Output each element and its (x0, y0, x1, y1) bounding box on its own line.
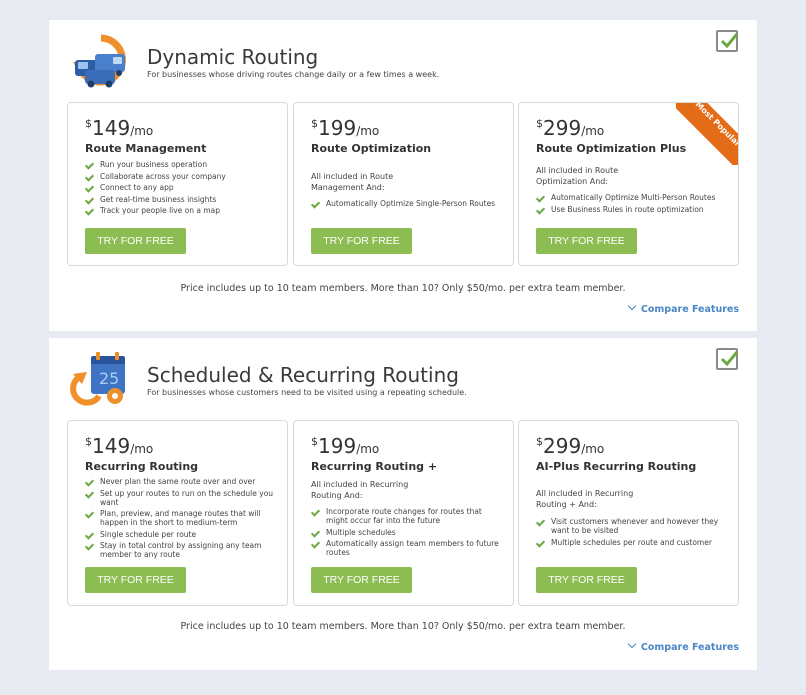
dynamic-routing-section: Dynamic Routing For businesses whose dri… (49, 20, 757, 331)
try-for-free-button[interactable]: TRY FOR FREE (536, 567, 637, 593)
feature-list: Incorporate route changes for routes tha… (311, 507, 501, 560)
feature-list: Automatically Optimize Single-Person Rou… (311, 199, 501, 211)
chevron-down-icon (627, 639, 637, 649)
feature-item: Visit customers whenever and however the… (536, 517, 726, 535)
compare-features-link[interactable]: Compare Features (627, 639, 739, 653)
section-subtitle: For businesses whose driving routes chan… (147, 70, 440, 79)
plan-name: Route Optimization (311, 142, 432, 155)
vans-route-icon (73, 34, 126, 88)
feature-item: Automatically Optimize Multi-Person Rout… (536, 193, 726, 202)
included-text: All included in Recurring Routing + And: (536, 489, 634, 509)
feature-list: Never plan the same route over and over … (85, 477, 275, 562)
try-for-free-button[interactable]: TRY FOR FREE (536, 228, 637, 254)
section-title: Scheduled & Recurring Routing (147, 363, 459, 387)
feature-item: Plan, preview, and manage routes that wi… (85, 509, 275, 527)
section-select-checkbox[interactable] (716, 348, 739, 370)
feature-item: Automatically Optimize Single-Person Rou… (311, 199, 501, 208)
plan-name: Route Management (85, 142, 207, 155)
plan-price: $299/mo (536, 434, 605, 458)
chevron-down-icon (627, 301, 637, 311)
plan-card-route-optimization: $199/mo Route Optimization All included … (293, 102, 514, 266)
feature-item: Multiple schedules per route and custome… (536, 538, 726, 547)
plan-price: $299/mo (536, 116, 605, 140)
most-popular-ribbon: Most Popular (676, 103, 738, 165)
feature-item: Get real-time business insights (85, 195, 275, 204)
plan-card-route-optimization-plus: Most Popular $299/mo Route Optimization … (518, 102, 739, 266)
plan-price: $199/mo (311, 434, 380, 458)
try-for-free-button[interactable]: TRY FOR FREE (311, 228, 412, 254)
try-for-free-button[interactable]: TRY FOR FREE (85, 567, 186, 593)
scheduled-recurring-routing-section: 25 Scheduled & Recurring Routing For bus… (49, 338, 757, 670)
included-text: All included in Route Optimization And: (536, 166, 619, 186)
feature-item: Set up your routes to run on the schedul… (85, 489, 275, 507)
feature-item: Automatically assign team members to fut… (311, 539, 501, 557)
price-note: Price includes up to 10 team members. Mo… (180, 621, 626, 632)
feature-item: Multiple schedules (311, 528, 501, 537)
plan-price: $149/mo (85, 116, 154, 140)
feature-item: Collaborate across your company (85, 172, 275, 181)
plan-card-route-management: $149/mo Route Management Run your busine… (67, 102, 288, 266)
checkmark-icon (720, 33, 739, 49)
plan-name: Recurring Routing + (311, 460, 438, 473)
feature-item: Run your business operation (85, 160, 275, 169)
feature-item: Connect to any app (85, 183, 275, 192)
plan-price: $149/mo (85, 434, 154, 458)
section-title: Dynamic Routing (147, 45, 319, 69)
calendar-recurring-icon: 25 (70, 352, 125, 406)
compare-features-link[interactable]: Compare Features (627, 301, 739, 315)
plan-name: AI-Plus Recurring Routing (536, 460, 697, 473)
plan-name: Recurring Routing (85, 460, 199, 473)
feature-item: Stay in total control by assigning any t… (85, 541, 275, 559)
feature-item: Single schedule per route (85, 530, 275, 539)
plan-card-recurring-routing: $149/mo Recurring Routing Never plan the… (67, 420, 288, 606)
svg-text:25: 25 (99, 369, 119, 388)
plan-card-ai-plus-recurring-routing: $299/mo AI-Plus Recurring Routing All in… (518, 420, 739, 606)
feature-item: Track your people live on a map (85, 206, 275, 215)
feature-item: Never plan the same route over and over (85, 477, 275, 486)
feature-item: Incorporate route changes for routes tha… (311, 507, 501, 525)
price-note: Price includes up to 10 team members. Mo… (180, 283, 626, 294)
included-text: All included in Recurring Routing And: (311, 480, 409, 500)
section-select-checkbox[interactable] (716, 30, 739, 52)
plan-name: Route Optimization Plus (536, 142, 687, 155)
included-text: All included in Route Management And: (311, 172, 394, 192)
checkmark-icon (720, 351, 739, 367)
section-subtitle: For businesses whose customers need to b… (147, 388, 467, 397)
feature-list: Automatically Optimize Multi-Person Rout… (536, 193, 726, 216)
feature-list: Run your business operation Collaborate … (85, 160, 275, 218)
try-for-free-button[interactable]: TRY FOR FREE (311, 567, 412, 593)
feature-list: Visit customers whenever and however the… (536, 517, 726, 549)
plan-price: $199/mo (311, 116, 380, 140)
plan-card-recurring-routing-plus: $199/mo Recurring Routing + All included… (293, 420, 514, 606)
try-for-free-button[interactable]: TRY FOR FREE (85, 228, 186, 254)
feature-item: Use Business Rules in route optimization (536, 205, 726, 214)
